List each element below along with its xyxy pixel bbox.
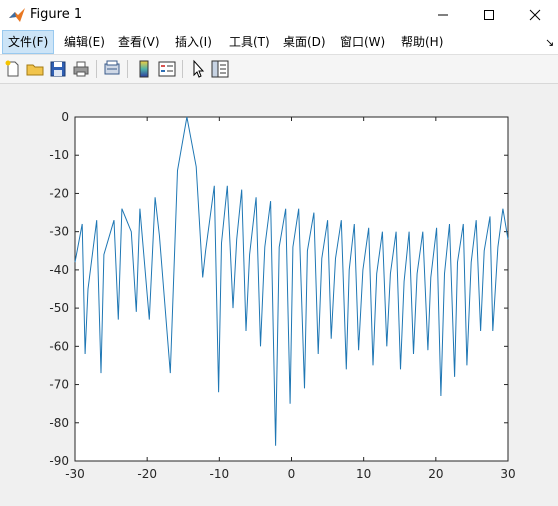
figure-canvas: -30 -20 -10 0 10 20 30 0 -10 -20 -30 -40 -50 -60 -70 -8… bbox=[0, 84, 558, 506]
y-tick-label: -20 bbox=[49, 186, 69, 200]
matlab-logo-icon bbox=[9, 8, 25, 22]
menu-overflow-icon[interactable]: ↘ bbox=[545, 36, 554, 49]
maximize-icon bbox=[484, 10, 494, 20]
x-tick-label: 30 bbox=[500, 467, 515, 481]
close-icon bbox=[529, 9, 541, 21]
x-tick-label: -20 bbox=[137, 467, 157, 481]
print-preview-icon[interactable] bbox=[102, 59, 122, 79]
y-tick-label: -80 bbox=[49, 416, 69, 430]
x-tick-label: 10 bbox=[356, 467, 371, 481]
toolbar-separator bbox=[182, 60, 183, 78]
window-titlebar: Figure 1 bbox=[0, 0, 558, 30]
x-tick-label: 0 bbox=[288, 467, 296, 481]
menu-edit[interactable]: 编辑(E) bbox=[59, 30, 110, 54]
toolbar-separator bbox=[96, 60, 97, 78]
menu-view[interactable]: 查看(V) bbox=[113, 30, 165, 54]
close-button[interactable] bbox=[512, 0, 558, 30]
save-icon[interactable] bbox=[48, 59, 68, 79]
axes-box bbox=[74, 116, 509, 462]
colorbar-icon[interactable] bbox=[134, 59, 154, 79]
window-title: Figure 1 bbox=[30, 7, 83, 22]
menu-help[interactable]: 帮助(H) bbox=[396, 30, 448, 54]
y-tick-label: -70 bbox=[49, 378, 69, 392]
y-tick-label: -50 bbox=[49, 301, 69, 315]
plot-axes[interactable]: -30 -20 -10 0 10 20 30 0 -10 -20 -30 -40 -50 -60 -70 -8… bbox=[0, 84, 558, 506]
legend-icon[interactable] bbox=[157, 59, 177, 79]
menu-tools[interactable]: 工具(T) bbox=[224, 30, 275, 54]
y-tick-label: -30 bbox=[49, 225, 69, 239]
pointer-icon[interactable] bbox=[188, 59, 208, 79]
x-tick-label: -30 bbox=[65, 467, 85, 481]
y-tick-label: -40 bbox=[49, 263, 69, 277]
x-tick-label: -10 bbox=[210, 467, 230, 481]
open-file-icon[interactable] bbox=[25, 59, 45, 79]
y-tick-label: -90 bbox=[49, 454, 69, 468]
figure-toolbar bbox=[0, 55, 558, 84]
property-inspector-icon[interactable] bbox=[210, 59, 230, 79]
menu-desktop[interactable]: 桌面(D) bbox=[278, 30, 331, 54]
menu-file[interactable]: 文件(F) bbox=[2, 30, 55, 54]
toolbar-separator bbox=[127, 60, 128, 78]
menu-bar: 文件(F) 编辑(E) 查看(V) 插入(I) 工具(T) 桌面(D) 窗口(W… bbox=[0, 30, 558, 55]
print-icon[interactable] bbox=[71, 59, 91, 79]
new-figure-icon[interactable] bbox=[3, 59, 23, 79]
y-tick-label: 0 bbox=[61, 110, 69, 124]
y-tick-label: -10 bbox=[49, 148, 69, 162]
menu-insert[interactable]: 插入(I) bbox=[170, 30, 217, 54]
y-tick-label: -60 bbox=[49, 339, 69, 353]
x-tick-label: 20 bbox=[428, 467, 443, 481]
minimize-icon bbox=[438, 14, 448, 16]
minimize-button[interactable] bbox=[420, 0, 466, 30]
menu-window[interactable]: 窗口(W) bbox=[335, 30, 390, 54]
maximize-button[interactable] bbox=[466, 0, 512, 30]
